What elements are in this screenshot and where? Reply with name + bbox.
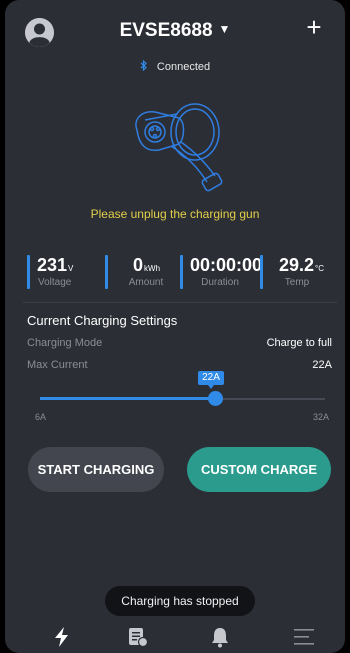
temp-value: 29.2°C [279, 255, 325, 275]
stat-voltage: 231V Voltage [27, 253, 97, 291]
slider-tooltip: 22A [198, 371, 224, 389]
stats-row: 231V Voltage 0kWh Amount 00:00:00 Durati… [5, 253, 345, 293]
caret-down-icon: ▼ [218, 22, 231, 36]
toast-message: Charging has stopped [105, 586, 255, 616]
stat-duration: 00:00:00 Duration [180, 253, 263, 291]
duration-label: Duration [201, 277, 239, 288]
bluetooth-icon [140, 59, 151, 73]
start-charging-button[interactable]: START CHARGING [28, 447, 164, 492]
stat-divider [180, 255, 183, 289]
bottom-tab-bar [5, 622, 345, 653]
connection-status-text: Connected [156, 61, 211, 73]
device-selector[interactable]: EVSE8688 ▼ [5, 20, 345, 42]
connection-status: Connected [5, 59, 345, 73]
add-device-button[interactable]: + [299, 12, 329, 42]
max-current-value: 22A [312, 359, 332, 371]
stat-divider [27, 255, 30, 289]
charging-gun-illustration [115, 100, 235, 200]
stat-amount: 0kWh Amount [105, 253, 175, 291]
current-slider-fill [40, 397, 216, 400]
settings-title: Current Charging Settings [27, 313, 178, 328]
app-screen: EVSE8688 ▼ + Connected Please unplug the … [5, 0, 345, 653]
slider-max-label: 32A [312, 412, 329, 422]
custom-charge-button[interactable]: CUSTOM CHARGE [187, 447, 331, 492]
temp-label: Temp [284, 277, 310, 288]
amount-value: 0kWh [133, 255, 161, 275]
records-icon[interactable] [126, 626, 150, 648]
stat-divider [260, 255, 263, 289]
device-name: EVSE8688 [119, 20, 213, 41]
voltage-label: Voltage [38, 277, 72, 288]
max-current-row: Max Current 22A [27, 359, 332, 371]
header: EVSE8688 ▼ + Connected [5, 0, 345, 73]
amount-label: Amount [128, 277, 164, 288]
current-slider-thumb[interactable] [208, 391, 224, 406]
unplug-notice: Please unplug the charging gun [90, 207, 260, 221]
charging-mode-label: Charging Mode [27, 337, 103, 349]
charging-mode-row[interactable]: Charging Mode Charge to full [27, 337, 332, 349]
stat-temp: 29.2°C Temp [260, 253, 340, 291]
max-current-label: Max Current [27, 359, 88, 371]
charging-mode-value: Charge to full [266, 337, 332, 349]
slider-min-label: 6A [35, 412, 47, 422]
duration-value: 00:00:00 [190, 255, 263, 275]
stat-divider [105, 255, 108, 289]
lightning-icon[interactable] [50, 626, 74, 648]
bell-icon[interactable] [208, 626, 232, 648]
voltage-value: 231V [37, 255, 74, 275]
menu-icon[interactable] [292, 626, 316, 648]
section-divider [23, 302, 337, 303]
